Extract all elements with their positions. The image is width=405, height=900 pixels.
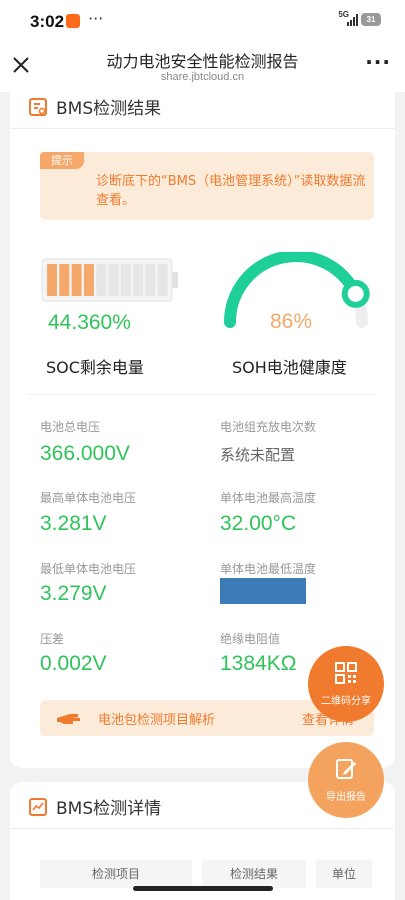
analysis-text: 电池包检测项目解析: [98, 713, 216, 728]
divider: [10, 128, 395, 129]
pointing-hand-icon: [57, 714, 80, 724]
column-header-unit: 单位: [316, 860, 372, 888]
min-cell-temp-label: 单体电池最低温度: [220, 562, 317, 576]
status-time: 3:02: [30, 12, 65, 31]
bms-result-title: BMS检测结果: [56, 99, 162, 119]
soc-value: 44.360%: [48, 311, 131, 334]
soc-battery-cell: [47, 264, 57, 296]
signal-icon: [347, 14, 358, 26]
column-header-result: 检测结果: [202, 860, 306, 888]
max-cell-voltage-value: 3.281V: [40, 512, 107, 535]
insulation-label: 绝缘电阻值: [220, 632, 281, 646]
status-bar: 3:02 ··· 5G 31: [0, 0, 405, 42]
voltage-diff-label: 压差: [40, 632, 65, 646]
battery-icon: 31: [361, 13, 381, 26]
export-report-button[interactable]: 导出报告: [308, 742, 384, 818]
min-cell-voltage-label: 最低单体电池电压: [40, 562, 137, 576]
min-cell-voltage-value: 3.279V: [40, 582, 107, 605]
more-menu-button[interactable]: ···: [365, 50, 391, 74]
soc-label: SOC剩余电量: [46, 358, 144, 377]
qr-code-icon: [335, 662, 357, 684]
more-notifications-icon: ···: [88, 9, 104, 28]
export-report-label: 导出报告: [326, 792, 366, 803]
soc-battery-cell: [71, 264, 82, 296]
charge-cycles-label: 电池组充放电次数: [220, 420, 317, 434]
total-voltage-label: 电池总电压: [40, 420, 101, 434]
bms-detail-header: BMS检测详情: [28, 794, 161, 819]
soc-battery-cell: [108, 264, 119, 296]
column-header-item: 检测项目: [40, 860, 192, 888]
charge-cycles-value: 系统未配置: [220, 446, 296, 464]
tip-text: 诊断底下的“BMS（电池管理系统）”读取数据流查看。: [96, 174, 366, 208]
soc-battery-cell: [157, 264, 168, 296]
app-notification-icon: [66, 14, 80, 28]
chart-report-icon: [29, 797, 47, 816]
soc-battery-icon: [41, 258, 178, 302]
max-cell-voltage-label: 最高单体电池电压: [40, 491, 137, 505]
soh-value: 86%: [270, 310, 313, 333]
soc-battery-cell: [145, 264, 156, 296]
max-cell-temp-label: 单体电池最高温度: [220, 491, 317, 505]
tip-badge: 提示: [40, 152, 84, 169]
soc-battery-cell: [59, 264, 70, 296]
qr-share-button[interactable]: 二维码分享: [308, 646, 384, 722]
min-cell-temp-redacted: [220, 578, 306, 604]
max-cell-temp-value: 32.00°C: [220, 512, 297, 535]
tip-box: 提示 诊断底下的“BMS（电池管理系统）”读取数据流查看。: [40, 152, 374, 220]
soc-battery-cell: [96, 264, 107, 296]
insulation-value: 1384KΩ: [220, 652, 297, 675]
qr-share-label: 二维码分享: [321, 696, 371, 707]
soc-battery-cell: [120, 264, 131, 296]
voltage-diff-value: 0.002V: [40, 652, 107, 675]
home-indicator: [133, 886, 273, 891]
soc-battery-cell: [133, 264, 144, 296]
soh-label: SOH电池健康度: [232, 358, 347, 377]
bms-detail-title: BMS检测详情: [56, 799, 162, 819]
total-voltage-value: 366.000V: [40, 442, 130, 465]
edit-document-icon: [336, 759, 356, 779]
page-title: 动力电池安全性能检测报告: [106, 52, 299, 71]
bms-result-header: BMS检测结果: [28, 94, 161, 119]
divider: [28, 394, 377, 395]
soc-battery-cell: [83, 264, 94, 296]
divider: [10, 828, 395, 829]
report-icon: [29, 97, 47, 116]
